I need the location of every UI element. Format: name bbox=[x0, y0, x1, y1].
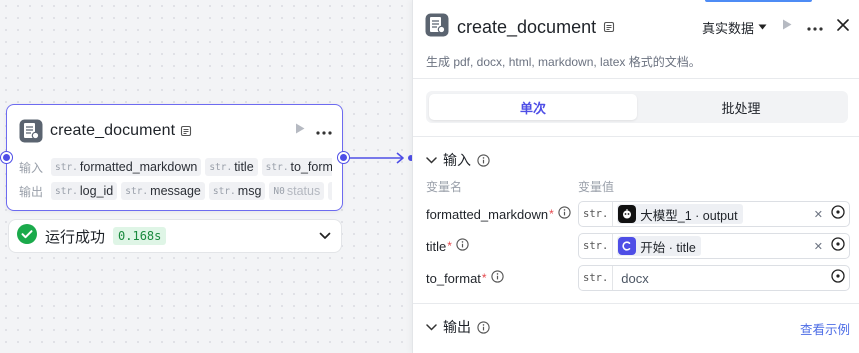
variable-name: title * bbox=[426, 238, 578, 254]
node-title: create_document bbox=[50, 122, 176, 139]
reference-chip[interactable]: 大模型_1 · output bbox=[617, 204, 743, 224]
output-port[interactable] bbox=[338, 152, 349, 163]
close-icon[interactable] bbox=[837, 18, 849, 36]
view-example-link[interactable]: 查看示例 bbox=[800, 319, 850, 338]
input-tag: str. title bbox=[205, 158, 258, 176]
panel-title: create_document bbox=[457, 16, 597, 37]
output-tag: N0 status bbox=[269, 182, 325, 200]
node-header: create_document bbox=[19, 117, 332, 145]
panel-description: 生成 pdf, docx, html, markdown, latex 格式的文… bbox=[426, 55, 701, 69]
required-mark: * bbox=[549, 207, 554, 221]
variable-name: to_format * bbox=[426, 270, 578, 286]
chevron-down-icon bbox=[426, 156, 437, 164]
output-tag: str. log_id bbox=[51, 182, 118, 200]
divider bbox=[413, 303, 859, 304]
success-check-icon bbox=[17, 223, 37, 249]
info-icon[interactable] bbox=[558, 206, 571, 222]
outputs-section-title: 输出 bbox=[443, 319, 471, 335]
run-node-icon[interactable] bbox=[781, 18, 793, 36]
variable-name: formatted_markdown * bbox=[426, 206, 578, 222]
outputs-section-header[interactable]: 输出 bbox=[426, 317, 490, 337]
divider bbox=[413, 136, 859, 137]
more-outputs-button[interactable]: ··· bbox=[328, 182, 332, 200]
more-options-icon[interactable] bbox=[316, 122, 332, 140]
inputs-label: 输入 bbox=[19, 160, 44, 175]
start-icon bbox=[618, 237, 637, 255]
workflow-node-create-document[interactable]: create_document 输入 str. formatted_markdow… bbox=[6, 104, 343, 211]
variable-value-field[interactable]: str. docx bbox=[578, 265, 850, 291]
run-mode-tabs: 单次 批处理 bbox=[426, 91, 848, 123]
doc-badge-icon bbox=[603, 21, 615, 33]
target-icon[interactable] bbox=[831, 268, 845, 288]
info-icon[interactable] bbox=[490, 270, 504, 286]
outputs-label: 输出 bbox=[19, 184, 44, 199]
run-node-icon[interactable] bbox=[294, 122, 306, 140]
plugin-avatar-icon bbox=[425, 13, 449, 42]
info-icon[interactable] bbox=[477, 153, 490, 167]
edge-connector bbox=[349, 152, 413, 164]
doc-badge-icon bbox=[180, 125, 192, 137]
data-mode-select[interactable]: 真实数据 bbox=[702, 18, 767, 37]
type-tag: str. bbox=[579, 202, 614, 226]
variable-row: title * str. 开始 · title ✕ bbox=[426, 233, 850, 259]
reference-chip[interactable]: 开始 · title bbox=[617, 236, 701, 256]
column-header-var-name: 变量名 bbox=[426, 180, 463, 194]
run-duration-badge: 0.168s bbox=[113, 227, 167, 245]
plugin-avatar-icon bbox=[19, 119, 43, 143]
output-tag: str. msg bbox=[208, 182, 266, 200]
tab-batch[interactable]: 批处理 bbox=[637, 94, 845, 120]
data-mode-label: 真实数据 bbox=[701, 20, 754, 36]
required-mark: * bbox=[447, 239, 452, 253]
info-icon[interactable] bbox=[456, 238, 469, 254]
robot-icon bbox=[618, 205, 637, 223]
clear-icon[interactable]: ✕ bbox=[814, 208, 823, 221]
target-icon[interactable] bbox=[831, 236, 845, 256]
node-inputs-row: 输入 str. formatted_markdown str. title str.… bbox=[19, 157, 332, 177]
inputs-section-title: 输入 bbox=[443, 152, 471, 168]
top-accent-bar bbox=[705, 0, 812, 2]
variable-row: formatted_markdown * str. 大模型_1 · output … bbox=[426, 201, 850, 227]
target-icon[interactable] bbox=[831, 204, 845, 224]
caret-down-icon bbox=[758, 24, 767, 30]
chevron-down-icon bbox=[426, 323, 437, 331]
column-header-var-value: 变量值 bbox=[578, 180, 615, 194]
required-mark: * bbox=[481, 271, 487, 285]
variable-value-field[interactable]: str. 开始 · title ✕ bbox=[578, 233, 850, 259]
clear-icon[interactable]: ✕ bbox=[814, 240, 823, 253]
variable-row: to_format * str. docx bbox=[426, 265, 850, 291]
tab-single[interactable]: 单次 bbox=[429, 94, 637, 120]
chevron-down-icon[interactable] bbox=[319, 232, 331, 240]
node-outputs-row: 输出 str. log_id str. message str. msg N0 stat… bbox=[19, 181, 332, 201]
divider bbox=[413, 78, 859, 79]
more-options-icon[interactable] bbox=[807, 18, 823, 36]
run-status-bar[interactable]: 运行成功 0.168s bbox=[8, 219, 342, 253]
panel-header: create_document 真实数据 bbox=[425, 12, 849, 42]
variable-value-text[interactable]: docx bbox=[621, 271, 648, 286]
inputs-section-header[interactable]: 输入 bbox=[426, 150, 490, 170]
output-tag: str. message bbox=[121, 182, 205, 200]
node-detail-panel: create_document 真实数据 生成 pdf, docx, html,… bbox=[412, 0, 859, 353]
input-tag: str.to_format bbox=[261, 158, 332, 176]
input-port[interactable] bbox=[1, 152, 12, 163]
variable-value-field[interactable]: str. 大模型_1 · output ✕ bbox=[578, 201, 850, 227]
type-tag: str. bbox=[579, 266, 614, 290]
run-status-text: 运行成功 bbox=[45, 228, 106, 246]
type-tag: str. bbox=[579, 234, 614, 258]
info-icon[interactable] bbox=[477, 320, 490, 334]
input-tag: str. formatted_markdown bbox=[51, 158, 202, 176]
